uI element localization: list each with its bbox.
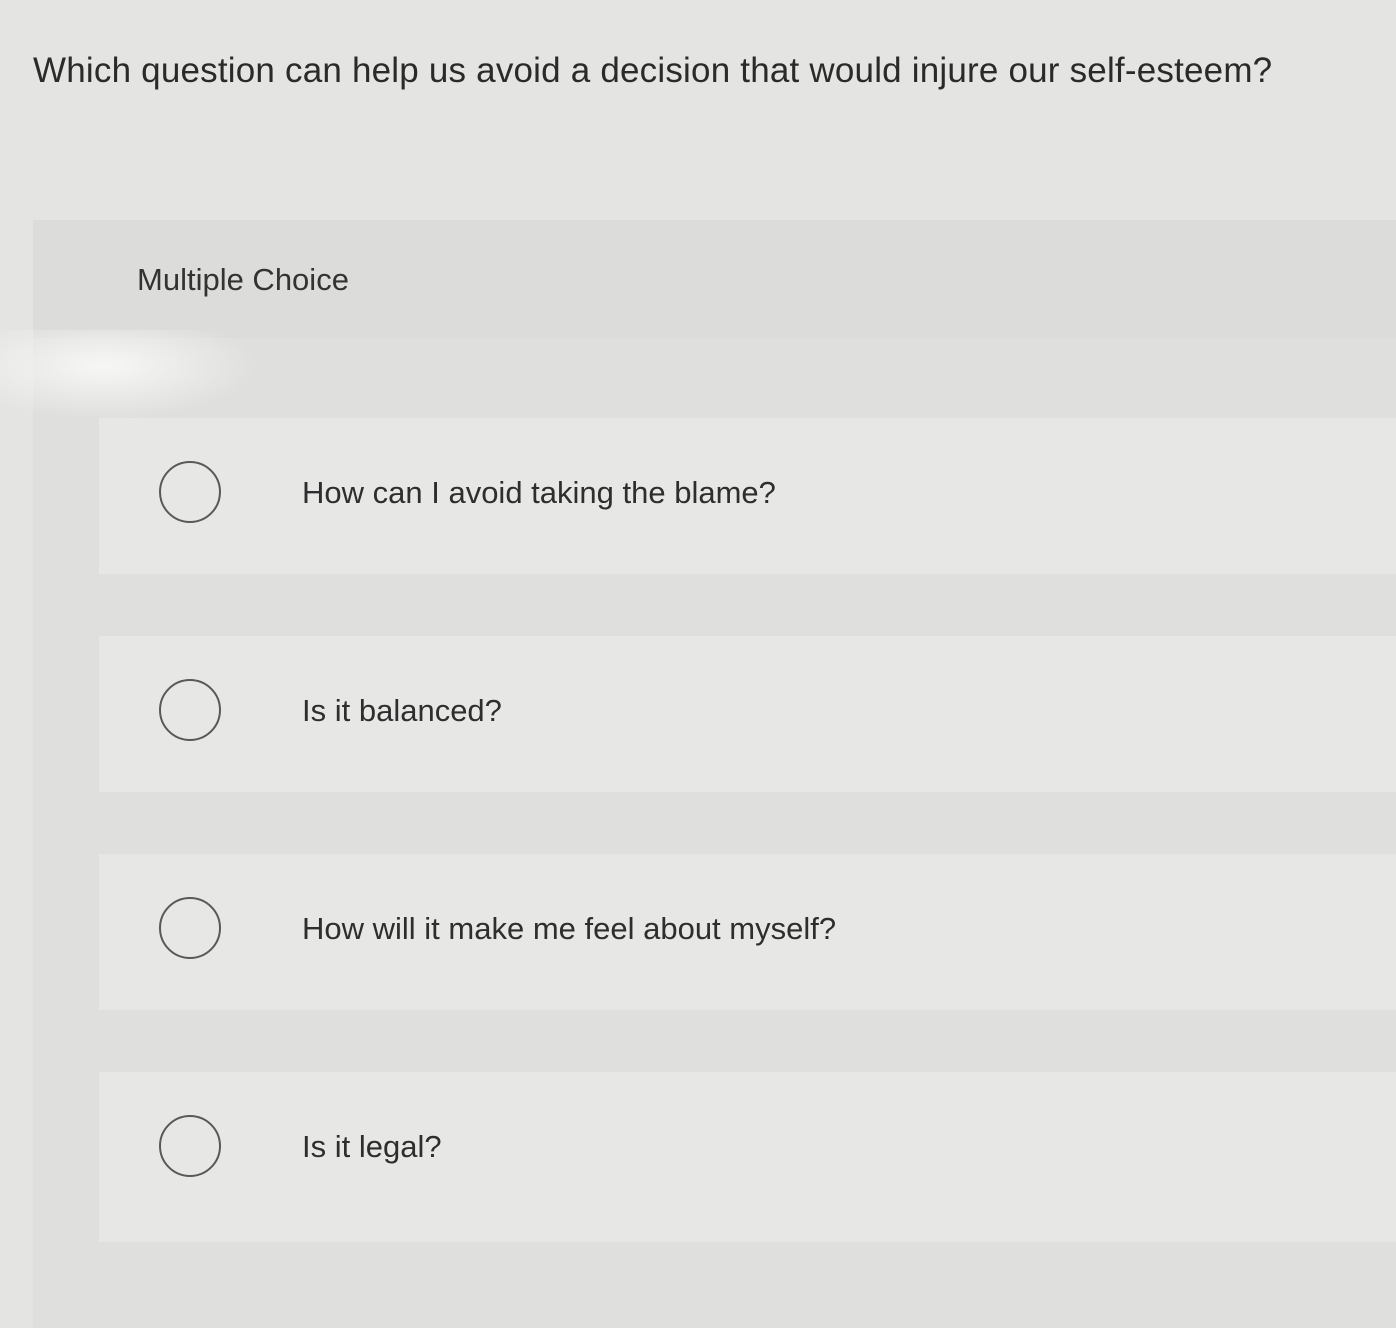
question-type-label: Multiple Choice <box>137 262 349 297</box>
radio-button-icon[interactable] <box>159 679 221 741</box>
answer-option-4[interactable]: Is it legal? <box>99 1072 1396 1242</box>
answer-option-label[interactable]: How can I avoid taking the blame? <box>302 473 776 513</box>
answer-panel: Multiple Choice How can I avoid taking t… <box>33 220 1396 1328</box>
answer-option-1[interactable]: How can I avoid taking the blame? <box>99 418 1396 574</box>
panel-header: Multiple Choice <box>33 220 1396 338</box>
answer-option-label[interactable]: Is it legal? <box>302 1127 442 1167</box>
answer-options: How can I avoid taking the blame? Is it … <box>99 418 1396 1304</box>
question-text: Which question can help us avoid a decis… <box>33 51 1273 90</box>
answer-option-label[interactable]: How will it make me feel about myself? <box>302 909 836 949</box>
radio-button-icon[interactable] <box>159 1115 221 1177</box>
answer-option-2[interactable]: Is it balanced? <box>99 636 1396 792</box>
radio-button-icon[interactable] <box>159 897 221 959</box>
radio-button-icon[interactable] <box>159 461 221 523</box>
answer-option-label[interactable]: Is it balanced? <box>302 691 502 731</box>
answer-option-3[interactable]: How will it make me feel about myself? <box>99 854 1396 1010</box>
